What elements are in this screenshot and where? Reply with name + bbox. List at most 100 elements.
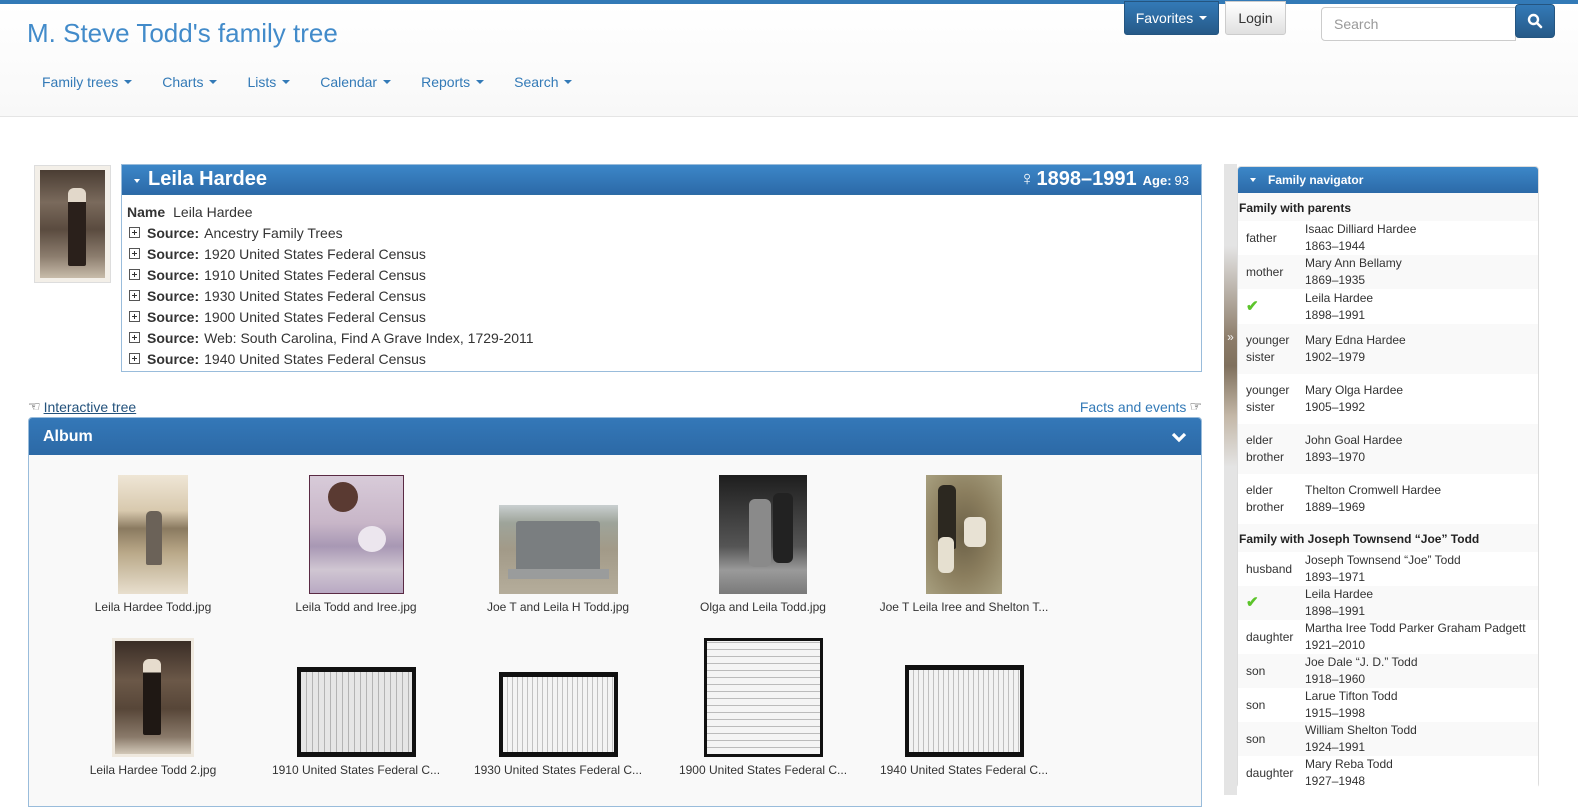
album-item[interactable]: Leila Hardee Todd 2.jpg (53, 638, 253, 777)
member-name[interactable]: Martha Iree Todd Parker Graham Padgett (1305, 620, 1526, 637)
album-thumbnail[interactable] (112, 638, 194, 757)
relation: son (1246, 697, 1266, 712)
login-button[interactable]: Login (1225, 1, 1286, 35)
album-caption: Leila Todd and Iree.jpg (295, 600, 417, 614)
album-thumbnail[interactable] (296, 667, 416, 757)
menu-lists[interactable]: Lists (232, 70, 305, 94)
expand-plus-icon[interactable] (129, 353, 140, 364)
name-fact-value: Leila Hardee (173, 203, 253, 220)
family-member-row[interactable]: mother Mary Ann Bellamy 1869–1935 (1238, 255, 1538, 289)
member-name[interactable]: Mary Olga Hardee (1305, 382, 1403, 399)
family-member-row[interactable]: husband Joseph Townsend “Joe” Todd 1893–19… (1238, 552, 1538, 586)
individual-portrait[interactable] (34, 165, 111, 283)
source-row[interactable]: Source: 1900 United States Federal Census (127, 306, 1196, 327)
member-name[interactable]: Leila Hardee (1305, 290, 1373, 307)
collapse-caret-icon (1250, 178, 1256, 182)
album-thumbnail[interactable] (498, 505, 618, 594)
expand-plus-icon[interactable] (129, 290, 140, 301)
family-member-row[interactable]: son Larue Tifton Todd 1915–1998 (1238, 688, 1538, 722)
source-row[interactable]: Source: 1940 United States Federal Census (127, 348, 1196, 369)
member-name[interactable]: John Goal Hardee (1305, 432, 1402, 449)
expand-plus-icon[interactable] (129, 332, 140, 343)
source-row[interactable]: Source: Ancestry Family Trees (127, 222, 1196, 243)
member-name[interactable]: Leila Hardee (1305, 586, 1373, 603)
source-row[interactable]: Source: 1930 United States Federal Census (127, 285, 1196, 306)
family-member-row[interactable]: son William Shelton Todd 1924–1991 (1238, 722, 1538, 756)
member-dates: 1893–1971 (1305, 570, 1366, 584)
album-item[interactable]: 1900 United States Federal C... (663, 638, 863, 777)
favorites-button[interactable]: Favorites (1124, 1, 1219, 35)
family-member-row[interactable]: daughter Martha Iree Todd Parker Graham P… (1238, 620, 1538, 654)
member-name[interactable]: Thelton Cromwell Hardee (1305, 482, 1441, 499)
family-member-row[interactable]: daughter Mary Reba Todd 1927–1948 (1238, 756, 1538, 790)
caret-down-icon (476, 80, 485, 84)
album-thumbnail[interactable] (703, 638, 823, 757)
menu-reports[interactable]: Reports (406, 70, 499, 94)
album-item[interactable]: Leila Hardee Todd.jpg (53, 475, 253, 614)
source-row[interactable]: Source: Web: South Carolina, Find A Grave… (127, 327, 1196, 348)
interactive-tree-link[interactable]: Interactive tree (44, 399, 137, 415)
site-title-link[interactable]: M. Steve Todd's family tree (27, 18, 338, 49)
member-dates: 1869–1935 (1305, 273, 1366, 287)
expand-plus-icon[interactable] (129, 269, 140, 280)
album-thumbnail[interactable] (719, 475, 807, 594)
menu-calendar[interactable]: Calendar (305, 70, 406, 94)
menu-charts[interactable]: Charts (147, 70, 232, 94)
album-item[interactable]: Joe T Leila Iree and Shelton T... (864, 475, 1064, 614)
menu-label: Charts (162, 74, 204, 90)
collapse-caret-icon (134, 179, 140, 183)
family-member-row-self[interactable]: ✔ Leila Hardee 1898–1991 (1238, 289, 1538, 324)
age-value: 93 (1174, 173, 1189, 188)
relation: son (1246, 663, 1266, 678)
album-thumbnail[interactable] (926, 475, 1002, 594)
chevron-down-icon[interactable] (1171, 431, 1187, 443)
member-name[interactable]: William Shelton Todd (1305, 722, 1417, 739)
album-item[interactable]: Joe T and Leila H Todd.jpg (458, 475, 658, 614)
individual-summary: ♀ 1898–1991 Age: 93 (1020, 168, 1189, 191)
search-input[interactable] (1321, 7, 1516, 41)
caret-down-icon (1199, 16, 1208, 20)
expand-plus-icon[interactable] (129, 227, 140, 238)
member-name[interactable]: Larue Tifton Todd (1305, 688, 1398, 705)
member-name[interactable]: Isaac Dilliard Hardee (1305, 221, 1416, 238)
album-item[interactable]: Leila Todd and Iree.jpg (256, 475, 456, 614)
search-button[interactable] (1515, 4, 1555, 38)
individual-header[interactable]: Leila Hardee ♀ 1898–1991 Age: 93 (122, 165, 1201, 195)
menu-family-trees[interactable]: Family trees (27, 70, 147, 94)
family-member-row-self[interactable]: ✔ Leila Hardee 1898–1991 (1238, 586, 1538, 620)
sidebar-toggle[interactable]: » (1224, 164, 1237, 795)
member-dates: 1893–1970 (1305, 450, 1366, 464)
member-dates: 1915–1998 (1305, 706, 1366, 720)
album-item[interactable]: 1940 United States Federal C... (864, 638, 1064, 777)
album-thumbnail[interactable] (904, 665, 1024, 757)
expand-plus-icon[interactable] (129, 311, 140, 322)
source-row[interactable]: Source: 1910 United States Federal Census (127, 264, 1196, 285)
caret-down-icon (124, 80, 133, 84)
album-item[interactable]: 1930 United States Federal C... (458, 638, 658, 777)
album-header[interactable]: Album (29, 418, 1201, 455)
expand-plus-icon[interactable] (129, 248, 140, 259)
family-navigator-header[interactable]: Family navigator (1238, 167, 1538, 193)
family-member-row[interactable]: son Joe Dale “J. D.” Todd 1918–1960 (1238, 654, 1538, 688)
family-member-row[interactable]: younger sister Mary Olga Hardee 1905–1992 (1238, 374, 1538, 424)
album-thumbnail[interactable] (498, 672, 618, 757)
source-row[interactable]: Source: 1920 United States Federal Census (127, 243, 1196, 264)
facts-and-events-link[interactable]: Facts and events (1080, 399, 1187, 415)
album-caption: 1900 United States Federal C... (678, 763, 848, 777)
family-member-row[interactable]: elder brother Thelton Cromwell Hardee 1889… (1238, 474, 1538, 524)
album-item[interactable]: Olga and Leila Todd.jpg (663, 475, 863, 614)
family-member-row[interactable]: younger sister Mary Edna Hardee 1902–1979 (1238, 324, 1538, 374)
family-member-row[interactable]: elder brother John Goal Hardee 1893–1970 (1238, 424, 1538, 474)
album-thumbnail[interactable] (118, 475, 188, 594)
menu-search[interactable]: Search (499, 70, 587, 94)
album-thumbnail[interactable] (308, 475, 404, 594)
member-name[interactable]: Joe Dale “J. D.” Todd (1305, 654, 1418, 671)
member-name[interactable]: Joseph Townsend “Joe” Todd (1305, 552, 1461, 569)
album-caption: Olga and Leila Todd.jpg (700, 600, 826, 614)
member-name[interactable]: Mary Ann Bellamy (1305, 255, 1402, 272)
source-title: Ancestry Family Trees (204, 224, 343, 241)
member-name[interactable]: Mary Reba Todd (1305, 756, 1393, 773)
family-member-row[interactable]: father Isaac Dilliard Hardee 1863–1944 (1238, 221, 1538, 255)
member-name[interactable]: Mary Edna Hardee (1305, 332, 1406, 349)
album-item[interactable]: 1910 United States Federal C... (256, 638, 456, 777)
